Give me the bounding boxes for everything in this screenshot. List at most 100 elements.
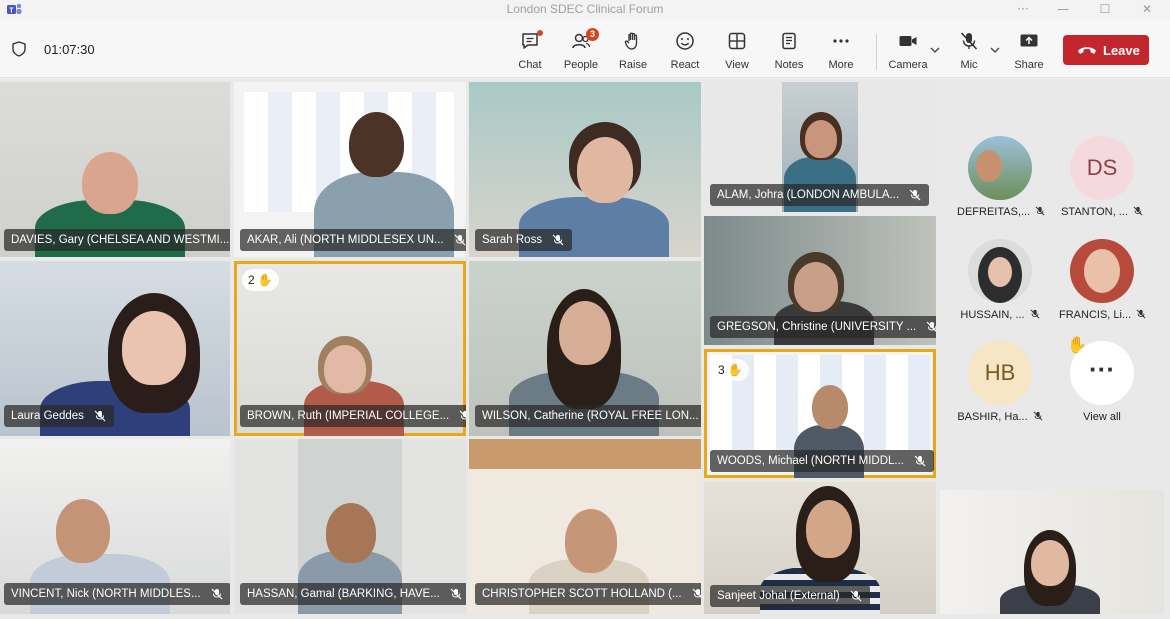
- roster-participant[interactable]: FRANCIS, Li...: [1059, 239, 1146, 321]
- video-tile[interactable]: AKAR, Ali (NORTH MIDDLESEX UN...: [234, 82, 466, 257]
- participant-video: [82, 152, 138, 214]
- maximize-button[interactable]: ☐: [1085, 0, 1125, 20]
- avatar-initials: HB: [968, 341, 1032, 405]
- mic-label: Mic: [960, 59, 978, 71]
- camera-options-chevron-down-icon[interactable]: [930, 46, 940, 54]
- share-label: Share: [1014, 59, 1044, 71]
- people-button[interactable]: 3 People: [559, 28, 603, 74]
- mic-options-chevron-down-icon[interactable]: [990, 46, 1000, 54]
- roster-name: STANTON, ...: [1061, 206, 1128, 218]
- mic-muted-icon: [960, 32, 978, 50]
- video-tile[interactable]: DAVIES, Gary (CHELSEA AND WESTMI...: [0, 82, 230, 257]
- view-all-label: View all: [1083, 411, 1121, 423]
- raise-label: Raise: [618, 59, 648, 71]
- roster-participant[interactable]: HUSSAIN, ...: [957, 239, 1043, 321]
- participant-name: BROWN, Ruth (IMPERIAL COLLEGE...: [247, 410, 450, 422]
- roster-participant[interactable]: HB BASHIR, Ha...: [957, 341, 1043, 423]
- view-all-button[interactable]: ✋ ··· View all: [1059, 337, 1145, 423]
- leave-button[interactable]: Leave: [1063, 35, 1149, 65]
- roster-name-row: FRANCIS, Li...: [1059, 309, 1146, 321]
- video-tile[interactable]: Laura Geddes: [0, 261, 230, 436]
- raise-hand-icon: [624, 32, 638, 50]
- video-tile[interactable]: ALAM, Johra (LONDON AMBULA...: [704, 82, 936, 212]
- participant-video: [559, 301, 611, 365]
- participant-name-tag: WOODS, Michael (NORTH MIDDL...: [710, 450, 934, 472]
- avatar: HB: [968, 341, 1032, 405]
- video-tile[interactable]: GREGSON, Christine (UNIVERSITY ...: [704, 216, 936, 345]
- raise-hand-button[interactable]: Raise: [611, 30, 655, 74]
- notes-icon: [782, 32, 796, 50]
- video-tile[interactable]: VINCENT, Nick (NORTH MIDDLES...: [0, 439, 230, 614]
- participant-name-tag: AKAR, Ali (NORTH MIDDLESEX UN...: [240, 229, 466, 251]
- video-tile[interactable]: Sarah Ross: [469, 82, 701, 257]
- share-button[interactable]: Share: [1007, 30, 1051, 74]
- video-tile-active-speaker[interactable]: 2 ✋ BROWN, Ruth (IMPERIAL COLLEGE...: [234, 261, 466, 436]
- shield-icon: [12, 41, 26, 57]
- video-tile[interactable]: CHRISTOPHER SCOTT HOLLAND (...: [469, 439, 701, 614]
- ellipsis-icon: ···: [1070, 341, 1134, 405]
- raised-hand-order: 2: [248, 273, 255, 287]
- participant-name-tag: HASSAN, Gamal (BARKING, HAVE...: [240, 583, 466, 605]
- participant-name: AKAR, Ali (NORTH MIDDLESEX UN...: [247, 234, 444, 246]
- view-button[interactable]: View: [715, 30, 759, 74]
- mic-muted-icon: [1133, 206, 1143, 216]
- participant-video: [1031, 540, 1069, 586]
- people-label: People: [563, 59, 599, 71]
- raised-hand-indicator: 3 ✋: [712, 359, 749, 381]
- roster-name: BASHIR, Ha...: [957, 411, 1028, 423]
- hang-up-phone-icon: [1078, 47, 1096, 54]
- roster-participant[interactable]: DS STANTON, ...: [1059, 136, 1145, 218]
- video-tile[interactable]: WILSON, Catherine (ROYAL FREE LON...: [469, 261, 701, 436]
- raised-hand-order: 3: [718, 363, 725, 377]
- mic-muted-icon: [926, 321, 936, 332]
- view-label: View: [725, 59, 749, 71]
- participant-name-tag: CHRISTOPHER SCOTT HOLLAND (...: [475, 583, 701, 605]
- avatar-photo: [988, 257, 1012, 287]
- participant-video: [122, 311, 186, 385]
- close-button[interactable]: ✕: [1127, 0, 1167, 20]
- notes-button[interactable]: Notes: [767, 30, 811, 74]
- video-tile[interactable]: HASSAN, Gamal (BARKING, HAVE...: [234, 439, 466, 614]
- more-label: More: [828, 59, 854, 71]
- roster-name-row: HUSSAIN, ...: [957, 309, 1043, 321]
- camera-button[interactable]: Camera: [886, 30, 930, 74]
- people-count-badge: 3: [586, 28, 599, 41]
- video-tile-hand-raised[interactable]: 3 ✋ WOODS, Michael (NORTH MIDDL...: [704, 349, 936, 478]
- window-more-button[interactable]: ···: [1003, 0, 1043, 20]
- meeting-toolbar: 01:07:30 Chat 3 People Raise React View …: [0, 20, 1170, 78]
- participant-video: [806, 500, 852, 558]
- participant-name: HASSAN, Gamal (BARKING, HAVE...: [247, 588, 440, 600]
- participant-name-tag: Sarah Ross: [475, 229, 573, 251]
- minimize-button[interactable]: —: [1043, 0, 1083, 20]
- mic-muted-icon: [459, 410, 466, 420]
- mic-muted-icon: [692, 588, 701, 599]
- roster-name: FRANCIS, Li...: [1059, 309, 1132, 321]
- more-button[interactable]: More: [819, 30, 863, 74]
- title-bar: T London SDEC Clinical Forum ··· — ☐ ✕: [0, 0, 1170, 20]
- roster-participant[interactable]: DEFREITAS,...: [957, 136, 1045, 218]
- mic-muted-icon: [552, 234, 564, 246]
- meeting-timer: 01:07:30: [44, 42, 95, 57]
- mic-muted-icon: [1035, 206, 1045, 216]
- roster-name-row: BASHIR, Ha...: [957, 411, 1043, 423]
- video-stage: DAVIES, Gary (CHELSEA AND WESTMI... AKAR…: [0, 79, 1170, 619]
- mic-button[interactable]: Mic: [947, 30, 991, 74]
- mic-muted-icon: [1033, 411, 1043, 421]
- participant-name: WILSON, Catherine (ROYAL FREE LON...: [482, 410, 699, 422]
- video-tile[interactable]: Sanjeet Johal (External): [704, 482, 936, 614]
- participant-name: VINCENT, Nick (NORTH MIDDLES...: [11, 588, 201, 600]
- more-dots-icon: [833, 39, 849, 43]
- mic-muted-icon: [909, 189, 921, 201]
- participant-name: ALAM, Johra (LONDON AMBULA...: [717, 189, 900, 201]
- participant-name-tag: Laura Geddes: [4, 405, 114, 427]
- window-title: London SDEC Clinical Forum: [506, 2, 664, 16]
- participant-name-tag: DAVIES, Gary (CHELSEA AND WESTMI...: [4, 229, 230, 251]
- mic-muted-icon: [1030, 309, 1040, 319]
- participant-video: [794, 262, 838, 312]
- chat-button[interactable]: Chat: [508, 30, 552, 74]
- notes-label: Notes: [774, 59, 804, 71]
- participant-video: [349, 112, 404, 177]
- mic-muted-icon: [454, 234, 466, 246]
- react-button[interactable]: React: [663, 30, 707, 74]
- video-tile-self-view[interactable]: [940, 490, 1164, 614]
